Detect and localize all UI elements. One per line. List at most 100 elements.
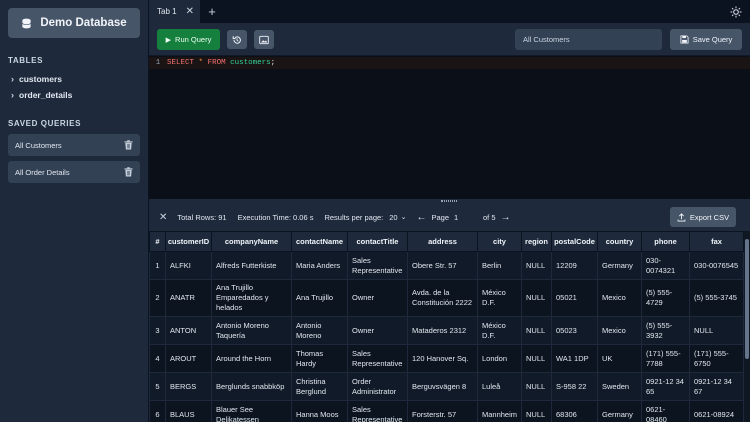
arrow-right-icon[interactable]: →	[501, 212, 511, 223]
column-header[interactable]: country	[597, 231, 642, 252]
table-cell[interactable]: Mexico	[597, 279, 642, 317]
table-cell[interactable]: Sales Representative	[347, 251, 408, 280]
column-header[interactable]: postalCode	[551, 231, 598, 252]
table-cell[interactable]: Antonio Moreno	[291, 316, 348, 345]
table-cell[interactable]: NULL	[521, 400, 552, 422]
arrow-left-icon[interactable]: ←	[416, 212, 426, 223]
scrollbar[interactable]	[745, 239, 749, 359]
table-cell[interactable]: NULL	[521, 279, 552, 317]
sun-icon[interactable]	[730, 6, 742, 18]
table-cell[interactable]: Mexico	[597, 316, 642, 345]
column-header[interactable]: contactName	[291, 231, 348, 252]
table-cell[interactable]: Christina Berglund	[291, 372, 348, 401]
table-cell[interactable]: Mannheim	[477, 400, 522, 422]
sidebar-table-order-details[interactable]: › order_details	[8, 87, 140, 103]
table-cell[interactable]: Berlin	[477, 251, 522, 280]
table-row[interactable]: 1 ALFKI Alfreds Futterkiste Maria Anders Sal…	[149, 251, 744, 280]
table-cell[interactable]: Berglunds snabbköp	[211, 372, 292, 401]
table-cell[interactable]: Blauer See Delikatessen	[211, 400, 292, 422]
column-header[interactable]: contactTitle	[347, 231, 408, 252]
table-cell[interactable]: (5) 555-3932	[641, 316, 690, 345]
save-query-button[interactable]: Save Query	[670, 29, 742, 50]
table-cell[interactable]: 0621-08460	[641, 400, 690, 422]
table-cell[interactable]: Germany	[597, 251, 642, 280]
table-cell[interactable]: 1	[149, 251, 166, 280]
database-selector-button[interactable]: Demo Database	[8, 8, 140, 38]
table-cell[interactable]: Owner	[347, 316, 408, 345]
table-row[interactable]: 2 ANATR Ana Trujillo Emparedados y helados…	[149, 279, 744, 317]
table-cell[interactable]: BLAUS	[165, 400, 212, 422]
table-cell[interactable]: (171) 555-6750	[689, 344, 744, 373]
table-cell[interactable]: WA1 1DP	[551, 344, 598, 373]
table-cell[interactable]: 5	[149, 372, 166, 401]
table-cell[interactable]: Avda. de la Constitución 2222	[407, 279, 478, 317]
table-cell[interactable]: NULL	[521, 251, 552, 280]
table-cell[interactable]: NULL	[521, 372, 552, 401]
table-cell[interactable]: BERGS	[165, 372, 212, 401]
table-cell[interactable]: (171) 555-7788	[641, 344, 690, 373]
table-cell[interactable]: Ana Trujillo	[291, 279, 348, 317]
table-row[interactable]: 5 BERGS Berglunds snabbköp Christina Berglu…	[149, 372, 744, 401]
table-cell[interactable]: S-958 22	[551, 372, 598, 401]
table-cell[interactable]: Alfreds Futterkiste	[211, 251, 292, 280]
trash-icon[interactable]	[124, 167, 133, 177]
table-cell[interactable]: Mataderos 2312	[407, 316, 478, 345]
sql-editor[interactable]: 1 SELECT * FROM customers;	[149, 55, 750, 199]
table-cell[interactable]: 0921-12 34 65	[641, 372, 690, 401]
table-cell[interactable]: London	[477, 344, 522, 373]
table-cell[interactable]: Around the Horn	[211, 344, 292, 373]
export-csv-button[interactable]: Export CSV	[670, 207, 736, 227]
table-cell[interactable]: México D.F.	[477, 279, 522, 317]
table-row[interactable]: 3 ANTON Antonio Moreno Taquería Antonio Mor…	[149, 316, 744, 345]
column-header[interactable]: city	[477, 231, 522, 252]
column-header[interactable]: region	[521, 231, 552, 252]
table-cell[interactable]: 12209	[551, 251, 598, 280]
close-icon[interactable]: ✕	[159, 212, 167, 223]
saved-query-all-order-details[interactable]: All Order Details	[8, 161, 140, 183]
format-button[interactable]	[254, 30, 274, 49]
query-name-input[interactable]	[515, 29, 662, 50]
table-cell[interactable]: Luleå	[477, 372, 522, 401]
column-header[interactable]: phone	[641, 231, 690, 252]
table-cell[interactable]: Obere Str. 57	[407, 251, 478, 280]
table-cell[interactable]: NULL	[521, 344, 552, 373]
page-input[interactable]	[454, 212, 479, 222]
table-cell[interactable]: Berguvsvägen 8	[407, 372, 478, 401]
table-cell[interactable]: 3	[149, 316, 166, 345]
table-cell[interactable]: Sweden	[597, 372, 642, 401]
trash-icon[interactable]	[124, 140, 133, 150]
table-cell[interactable]: 0621-08924	[689, 400, 744, 422]
table-cell[interactable]: 030-0074321	[641, 251, 690, 280]
table-cell[interactable]: 030-0076545	[689, 251, 744, 280]
table-cell[interactable]: 2	[149, 279, 166, 317]
table-row[interactable]: 6 BLAUS Blauer See Delikatessen Hanna Moos S…	[149, 400, 744, 422]
table-cell[interactable]: 05023	[551, 316, 598, 345]
saved-query-all-customers[interactable]: All Customers	[8, 134, 140, 156]
table-cell[interactable]: 4	[149, 344, 166, 373]
table-cell[interactable]: Antonio Moreno Taquería	[211, 316, 292, 345]
table-row[interactable]: 4 AROUT Around the Horn Thomas Hardy Sales R…	[149, 344, 744, 373]
table-cell[interactable]: Thomas Hardy	[291, 344, 348, 373]
table-cell[interactable]: Forsterstr. 57	[407, 400, 478, 422]
table-cell[interactable]: UK	[597, 344, 642, 373]
table-cell[interactable]: ANTON	[165, 316, 212, 345]
table-cell[interactable]: ALFKI	[165, 251, 212, 280]
table-cell[interactable]: 05021	[551, 279, 598, 317]
table-cell[interactable]: (5) 555-3745	[689, 279, 744, 317]
table-cell[interactable]: 0921-12 34 67	[689, 372, 744, 401]
table-cell[interactable]: Germany	[597, 400, 642, 422]
column-header[interactable]: customerID	[165, 231, 212, 252]
table-cell[interactable]: NULL	[689, 316, 744, 345]
table-cell[interactable]: NULL	[521, 316, 552, 345]
table-cell[interactable]: México D.F.	[477, 316, 522, 345]
table-cell[interactable]: Order Administrator	[347, 372, 408, 401]
column-header[interactable]: address	[407, 231, 478, 252]
column-header[interactable]: fax	[689, 231, 744, 252]
results-per-page-select[interactable]: 20 ⌄	[389, 213, 406, 222]
history-button[interactable]	[227, 30, 247, 49]
column-header[interactable]: companyName	[211, 231, 292, 252]
sidebar-table-customers[interactable]: › customers	[8, 71, 140, 87]
table-cell[interactable]: Hanna Moos	[291, 400, 348, 422]
table-cell[interactable]: 120 Hanover Sq.	[407, 344, 478, 373]
tab-1[interactable]: Tab 1 ✕	[149, 0, 200, 23]
